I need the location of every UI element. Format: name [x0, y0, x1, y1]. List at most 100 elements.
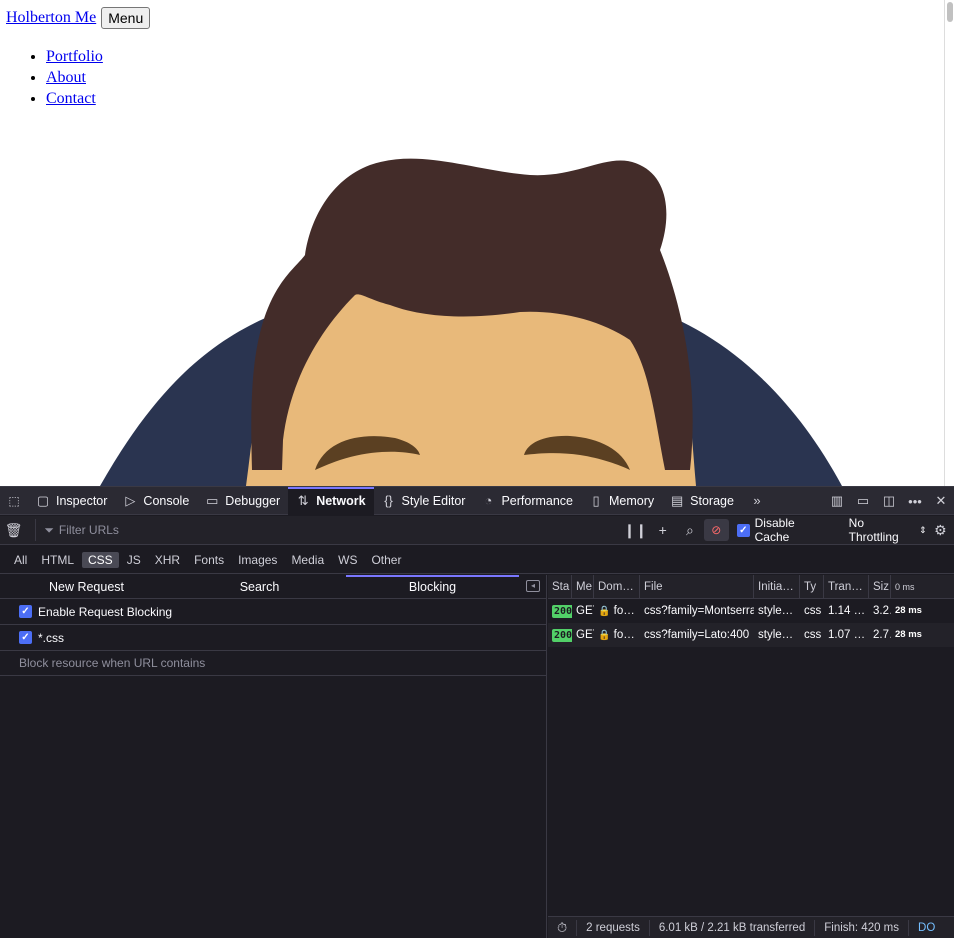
column-type[interactable]: Ty: [800, 574, 824, 599]
tab-network[interactable]: ⇅ Network: [288, 486, 374, 515]
column-initiator[interactable]: Initia…: [754, 574, 800, 599]
sidebar-tabs: New Request Search Blocking ◂: [0, 574, 546, 599]
nav-link-contact[interactable]: Contact: [46, 90, 96, 107]
cell-waterfall: 28 ms: [895, 629, 922, 640]
tab-label: Console: [143, 493, 190, 508]
filter-urls-input[interactable]: ⏷ Filter URLs: [35, 519, 581, 541]
column-status[interactable]: Sta: [548, 574, 572, 599]
enable-blocking-row[interactable]: ✓ Enable Request Blocking: [0, 599, 546, 625]
nav-item-about: About: [46, 67, 103, 88]
tab-label: Style Editor: [401, 493, 466, 508]
select-arrows-icon: ⇕: [919, 524, 927, 535]
column-file[interactable]: File: [640, 574, 754, 599]
element-picker-icon[interactable]: ⬚: [0, 494, 28, 508]
throttling-select[interactable]: No Throttling ⇕: [849, 516, 927, 544]
more-tabs-button[interactable]: »: [742, 487, 772, 515]
disable-cache-checkbox[interactable]: ✓ Disable Cache: [736, 516, 831, 544]
block-pattern-text: *.css: [38, 630, 65, 645]
cell-size: 2.7…: [873, 629, 891, 641]
cell-file: css?family=Montserrat: [644, 605, 754, 617]
style-editor-icon: {}: [384, 493, 393, 508]
tab-new-request[interactable]: New Request: [0, 575, 173, 599]
menu-button[interactable]: Menu: [101, 7, 151, 29]
dom-content-loaded: DO: [918, 922, 936, 934]
tab-storage[interactable]: ▤ Storage: [662, 487, 742, 515]
page-scrollbar[interactable]: [944, 0, 954, 486]
chevron-double-right-icon: »: [753, 493, 761, 508]
block-pattern-row[interactable]: ✓ *.css: [0, 625, 546, 651]
type-filter-xhr[interactable]: XHR: [149, 552, 186, 568]
lock-icon: 🔒: [598, 606, 611, 617]
table-row[interactable]: 200 GET 🔒 fo… css?family=Montserrat styl…: [548, 599, 954, 623]
tab-performance[interactable]: ◔ Performance: [473, 487, 581, 515]
dock-icon[interactable]: ◫: [876, 493, 902, 509]
column-transferred[interactable]: Tran…: [824, 574, 869, 599]
filter-placeholder: Filter URLs: [58, 523, 119, 537]
avatar-illustration: [100, 158, 842, 486]
responsive-design-icon[interactable]: ▥: [824, 493, 850, 509]
site-title-link[interactable]: Holberton Me: [6, 9, 96, 27]
type-filter-images[interactable]: Images: [232, 552, 283, 568]
column-method[interactable]: Me: [572, 574, 594, 599]
block-url-input[interactable]: Block resource when URL contains: [0, 651, 546, 676]
console-icon: ▷: [125, 492, 136, 508]
cell-type: css: [804, 629, 822, 641]
gear-icon[interactable]: ⚙: [927, 522, 954, 539]
status-badge: 200: [552, 605, 572, 618]
cell-type: css: [804, 605, 822, 617]
tab-label: Memory: [609, 493, 655, 508]
devtools-right-controls: ▥ ▭ ◫ ••• ✕: [824, 487, 954, 515]
column-size[interactable]: Siz: [869, 574, 891, 599]
tab-blocking[interactable]: Blocking: [346, 574, 519, 599]
table-row[interactable]: 200 GET 🔒 fo… css?family=Lato:400 style……: [548, 623, 954, 647]
tab-style-editor[interactable]: {} Style Editor: [374, 487, 474, 515]
network-icon: ⇅: [297, 492, 309, 508]
type-filter-all[interactable]: All: [8, 552, 33, 568]
tab-debugger[interactable]: ▭ Debugger: [197, 487, 288, 515]
trash-icon[interactable]: 🗑: [0, 522, 27, 539]
tab-memory[interactable]: ▯ Memory: [581, 487, 662, 515]
page-scrollbar-thumb[interactable]: [947, 2, 953, 22]
performance-icon: ◔: [484, 493, 493, 508]
tab-console[interactable]: ▷ Console: [115, 487, 197, 515]
cell-transferred: 1.14 …: [828, 605, 866, 617]
requests-table: Sta Me Dom… File Initia… Ty Tran… Siz 0 …: [548, 574, 954, 938]
nav-item-portfolio: Portfolio: [46, 46, 103, 67]
type-filter-other[interactable]: Other: [365, 552, 407, 568]
column-domain[interactable]: Dom…: [594, 574, 640, 599]
ruler-icon[interactable]: ▭: [850, 493, 876, 509]
cell-status: 200: [548, 623, 572, 647]
cell-size: 3.2…: [873, 605, 891, 617]
column-waterfall[interactable]: 0 ms: [891, 575, 954, 599]
cell-status: 200: [548, 599, 572, 623]
type-filter-ws[interactable]: WS: [332, 552, 363, 568]
type-filter-css[interactable]: CSS: [82, 551, 119, 568]
type-filter-fonts[interactable]: Fonts: [188, 552, 230, 568]
search-icon[interactable]: ⌕: [676, 522, 703, 539]
type-filter-js[interactable]: JS: [121, 552, 147, 568]
plus-icon[interactable]: +: [649, 522, 676, 538]
cell-waterfall: 28 ms: [895, 605, 922, 616]
throttling-value: No Throttling: [848, 516, 899, 544]
storage-icon: ▤: [671, 492, 684, 508]
finish-time: Finish: 420 ms: [815, 920, 910, 936]
close-icon[interactable]: ✕: [928, 493, 954, 509]
cell-initiator: style…: [758, 629, 794, 641]
block-url-placeholder: Block resource when URL contains: [19, 656, 206, 670]
more-options-icon[interactable]: •••: [902, 494, 928, 509]
type-filter-media[interactable]: Media: [285, 552, 330, 568]
cell-initiator: style…: [758, 605, 794, 617]
stopwatch-icon[interactable]: ⏱: [548, 920, 578, 936]
tab-inspector[interactable]: ▢ Inspector: [28, 487, 115, 515]
collapse-sidebar-icon[interactable]: ◂: [526, 580, 540, 592]
web-page: Holberton Me Menu Portfolio About Contac…: [0, 0, 944, 486]
nav-link-about[interactable]: About: [46, 69, 86, 86]
memory-icon: ▯: [592, 492, 600, 508]
cell-method: GET: [576, 629, 594, 641]
tab-search[interactable]: Search: [173, 575, 346, 599]
pause-icon[interactable]: ❙❙: [622, 522, 649, 539]
type-filter-html[interactable]: HTML: [35, 552, 80, 568]
block-requests-icon[interactable]: ⊘: [703, 519, 729, 541]
domain-text: fo…: [613, 629, 635, 641]
nav-link-portfolio[interactable]: Portfolio: [46, 48, 103, 65]
